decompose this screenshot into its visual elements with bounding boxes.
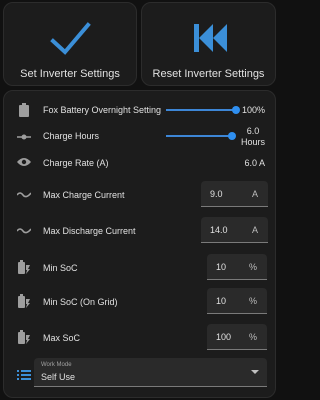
- max-soc-value: 100: [216, 332, 232, 342]
- battery-overnight-slider[interactable]: [166, 109, 236, 111]
- reset-inverter-settings-button[interactable]: Reset Inverter Settings: [141, 2, 276, 86]
- charge-hours-label: Charge Hours: [43, 131, 100, 141]
- max-soc-input[interactable]: 100 %: [207, 324, 267, 350]
- min-soc-label: Min SoC: [43, 263, 78, 273]
- max-charge-current-row: Max Charge Current 9.0 A: [4, 180, 275, 208]
- battery-icon: [16, 102, 32, 118]
- charge-rate-row: Charge Rate (A) 6.0 A: [4, 154, 275, 170]
- battery-charging-icon: [16, 329, 32, 345]
- max-charge-current-value: 9.0: [210, 189, 223, 199]
- min-soc-value: 10: [216, 262, 227, 272]
- charge-hours-unit: Hours: [240, 137, 265, 147]
- work-mode-select[interactable]: Work Mode Self Use: [34, 358, 267, 387]
- charge-hours-row: Charge Hours 6.0 Hours: [4, 126, 275, 148]
- work-mode-caption: Work Mode: [41, 362, 72, 368]
- min-soc-grid-input[interactable]: 10 %: [207, 288, 267, 314]
- max-soc-row: Max SoC 100 %: [4, 323, 275, 351]
- max-charge-current-unit: A: [251, 189, 258, 199]
- set-inverter-settings-label: Set Inverter Settings: [20, 68, 120, 80]
- max-charge-current-input[interactable]: 9.0 A: [201, 181, 268, 207]
- ray-vertex-icon: [16, 222, 32, 238]
- charge-hours-number: 6.0: [246, 126, 260, 136]
- battery-charging-icon: [16, 293, 32, 309]
- battery-overnight-row: Fox Battery Overnight Setting 100%: [4, 102, 275, 118]
- entities-card: Fox Battery Overnight Setting 100% Charg…: [3, 90, 276, 398]
- list-icon: [16, 367, 32, 383]
- battery-overnight-slider-knob[interactable]: [232, 106, 240, 114]
- min-soc-input[interactable]: 10 %: [207, 254, 267, 280]
- set-inverter-settings-button[interactable]: Set Inverter Settings: [3, 2, 137, 86]
- min-soc-row: Min SoC 10 %: [4, 253, 275, 281]
- max-discharge-current-row: Max Discharge Current 14.0 A: [4, 216, 275, 244]
- charge-hours-slider-knob[interactable]: [228, 132, 236, 140]
- max-soc-unit: %: [248, 332, 257, 342]
- min-soc-grid-value: 10: [216, 296, 227, 306]
- charge-rate-value: 6.0 A: [244, 158, 265, 168]
- charge-hours-value: 6.0 Hours: [241, 126, 265, 148]
- skip-previous-icon: [193, 24, 227, 52]
- min-soc-grid-label: Min SoC (On Grid): [43, 297, 118, 307]
- dropdown-arrow-icon[interactable]: [251, 370, 259, 374]
- ray-vertex-icon: [16, 186, 32, 202]
- charge-hours-slider[interactable]: [166, 135, 232, 137]
- min-soc-grid-unit: %: [248, 296, 257, 306]
- max-discharge-current-input[interactable]: 14.0 A: [201, 217, 268, 243]
- max-soc-label: Max SoC: [43, 333, 81, 343]
- max-discharge-current-label: Max Discharge Current: [43, 226, 136, 236]
- max-charge-current-label: Max Charge Current: [43, 190, 125, 200]
- battery-overnight-value: 100%: [241, 105, 265, 115]
- battery-charging-icon: [16, 259, 32, 275]
- max-discharge-current-value: 14.0: [210, 225, 228, 235]
- max-discharge-current-unit: A: [251, 225, 258, 235]
- checkmark-icon: [50, 22, 91, 55]
- battery-overnight-label: Fox Battery Overnight Setting: [43, 105, 162, 115]
- eye-icon: [16, 154, 32, 170]
- work-mode-value: Self Use: [41, 372, 76, 382]
- ray-vertex-icon: [16, 129, 32, 145]
- min-soc-unit: %: [248, 262, 257, 272]
- reset-inverter-settings-label: Reset Inverter Settings: [152, 68, 265, 80]
- min-soc-grid-row: Min SoC (On Grid) 10 %: [4, 287, 275, 315]
- charge-rate-label: Charge Rate (A): [43, 158, 109, 168]
